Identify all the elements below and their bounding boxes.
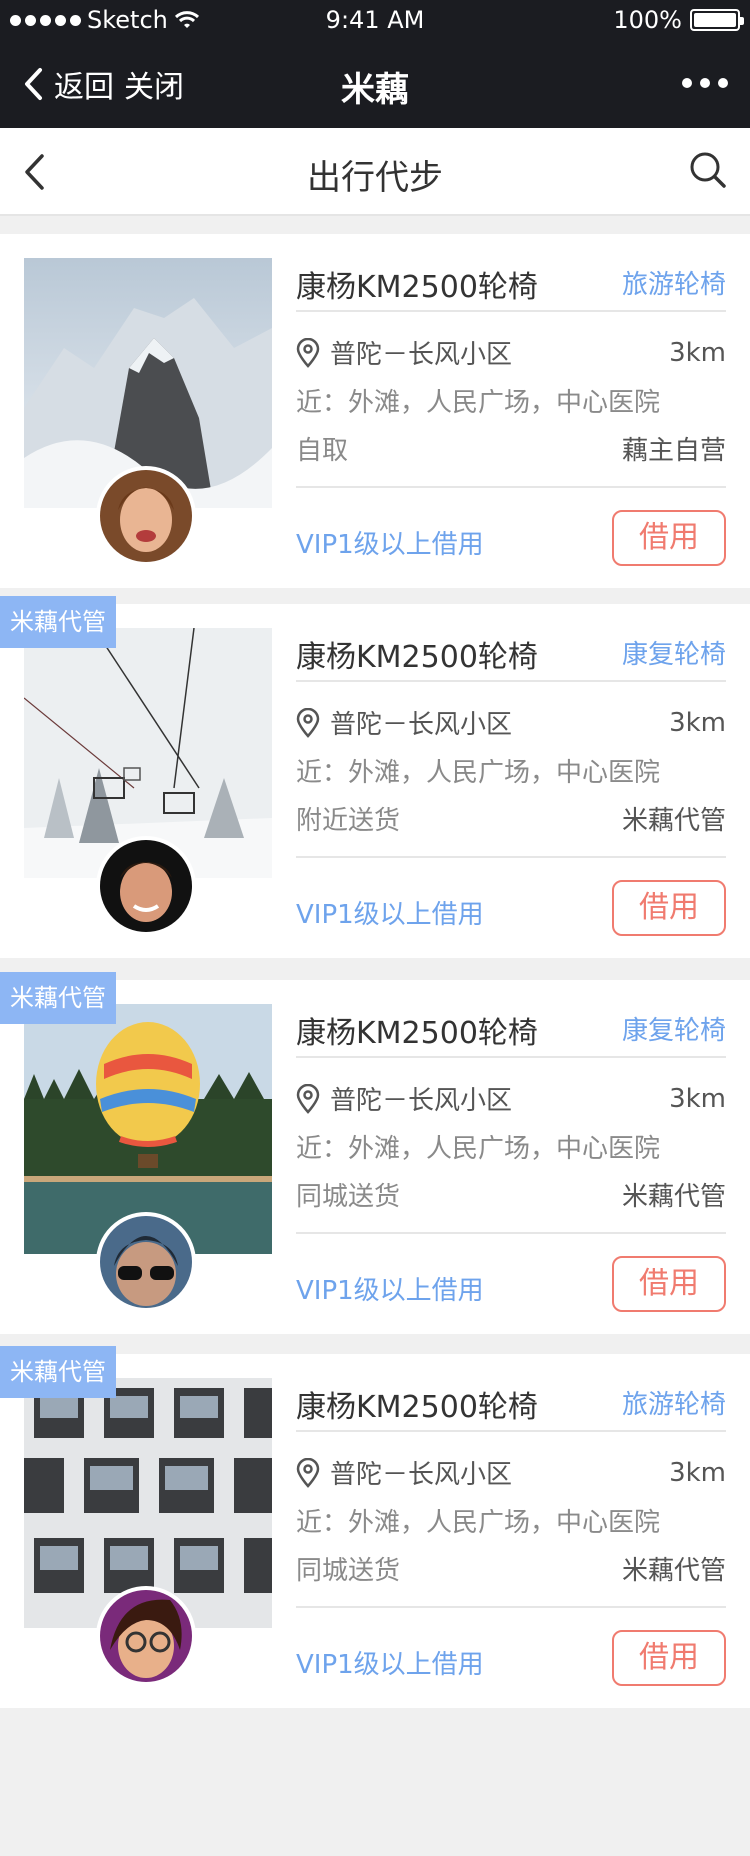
item-category[interactable]: 康复轮椅	[622, 1010, 726, 1047]
item-category[interactable]: 旅游轮椅	[622, 1384, 726, 1421]
vip-requirement: VIP1级以上借用	[296, 1650, 484, 1680]
item-category[interactable]: 康复轮椅	[622, 634, 726, 671]
item-distance: 3km	[669, 708, 726, 738]
item-location-row: 普陀－长风小区	[296, 1454, 512, 1491]
item-location-row: 普陀－长风小区	[296, 334, 512, 371]
battery-icon	[690, 9, 744, 31]
item-nearby: 近：外滩，人民广场，中心医院	[296, 1508, 661, 1538]
borrow-button[interactable]: 借用	[612, 1256, 726, 1312]
item-location: 普陀－长风小区	[330, 1460, 513, 1490]
item-owner-type: 藕主自营	[621, 436, 726, 466]
vip-requirement: VIP1级以上借用	[296, 900, 484, 930]
item-delivery: 自取	[296, 436, 349, 466]
listing-card[interactable]: 米藕代管 康杨KM2500轮椅 旅游轮椅 普陀－长风小区 3km 近：外滩，人民…	[0, 1346, 750, 1708]
battery-percent: 100%	[613, 6, 682, 34]
owner-avatar[interactable]	[96, 1212, 196, 1312]
more-menu-icon[interactable]	[682, 78, 728, 88]
item-owner-type: 米藕代管	[621, 806, 726, 836]
vip-requirement: VIP1级以上借用	[296, 530, 484, 560]
item-name[interactable]: 康杨KM2500轮椅	[296, 262, 538, 306]
item-distance: 3km	[669, 338, 726, 368]
item-distance: 3km	[669, 1084, 726, 1114]
item-category[interactable]: 旅游轮椅	[622, 264, 726, 301]
item-owner-type: 米藕代管	[621, 1182, 726, 1212]
item-name[interactable]: 康杨KM2500轮椅	[296, 1008, 538, 1052]
item-location: 普陀－长风小区	[330, 340, 513, 370]
location-pin-icon	[296, 1457, 320, 1488]
divider	[296, 680, 726, 682]
borrow-button[interactable]: 借用	[612, 1630, 726, 1686]
owner-avatar[interactable]	[96, 1586, 196, 1686]
item-location-row: 普陀－长风小区	[296, 1080, 512, 1117]
location-pin-icon	[296, 337, 320, 368]
wechat-nav-bar: 返回 关闭 米藕	[0, 40, 750, 128]
vip-requirement: VIP1级以上借用	[296, 1276, 484, 1306]
search-icon[interactable]	[688, 150, 728, 190]
item-name[interactable]: 康杨KM2500轮椅	[296, 632, 538, 676]
divider	[296, 856, 726, 858]
item-name[interactable]: 康杨KM2500轮椅	[296, 1382, 538, 1426]
divider	[296, 1606, 726, 1608]
divider	[296, 1056, 726, 1058]
item-location: 普陀－长风小区	[330, 1086, 513, 1116]
listing-card[interactable]: 康杨KM2500轮椅 旅游轮椅 普陀－长风小区 3km 近：外滩，人民广场，中心…	[0, 234, 750, 588]
item-location: 普陀－长风小区	[330, 710, 513, 740]
item-delivery: 同城送货	[296, 1556, 401, 1586]
owner-avatar[interactable]	[96, 466, 196, 566]
divider	[296, 1430, 726, 1432]
borrow-button[interactable]: 借用	[612, 880, 726, 936]
item-nearby: 近：外滩，人民广场，中心医院	[296, 388, 661, 418]
listing-card[interactable]: 米藕代管 康杨KM2500轮椅 康复轮椅 普陀－长风小区 3km 近：外滩，人民…	[0, 972, 750, 1334]
page-header: 出行代步	[0, 128, 750, 216]
location-pin-icon	[296, 1083, 320, 1114]
managed-tag: 米藕代管	[0, 1346, 116, 1398]
item-delivery: 同城送货	[296, 1182, 401, 1212]
item-distance: 3km	[669, 1458, 726, 1488]
divider	[296, 310, 726, 312]
page-title: 出行代步	[307, 158, 443, 198]
listing-card[interactable]: 米藕代管 康杨KM2500轮椅 康复轮椅 普陀－长风小区 3km 近：外滩，人民…	[0, 596, 750, 958]
borrow-button[interactable]: 借用	[612, 510, 726, 566]
item-nearby: 近：外滩，人民广场，中心医院	[296, 758, 661, 788]
item-location-row: 普陀－长风小区	[296, 704, 512, 741]
location-pin-icon	[296, 707, 320, 738]
wechat-title: 米藕	[341, 70, 409, 110]
managed-tag: 米藕代管	[0, 596, 116, 648]
item-nearby: 近：外滩，人民广场，中心医院	[296, 1134, 661, 1164]
owner-avatar[interactable]	[96, 836, 196, 936]
item-delivery: 附近送货	[296, 806, 401, 836]
item-owner-type: 米藕代管	[621, 1556, 726, 1586]
status-bar: Sketch 9:41 AM 100%	[0, 0, 750, 40]
status-right: 100%	[613, 6, 744, 34]
divider	[296, 486, 726, 488]
divider	[296, 1232, 726, 1234]
managed-tag: 米藕代管	[0, 972, 116, 1024]
